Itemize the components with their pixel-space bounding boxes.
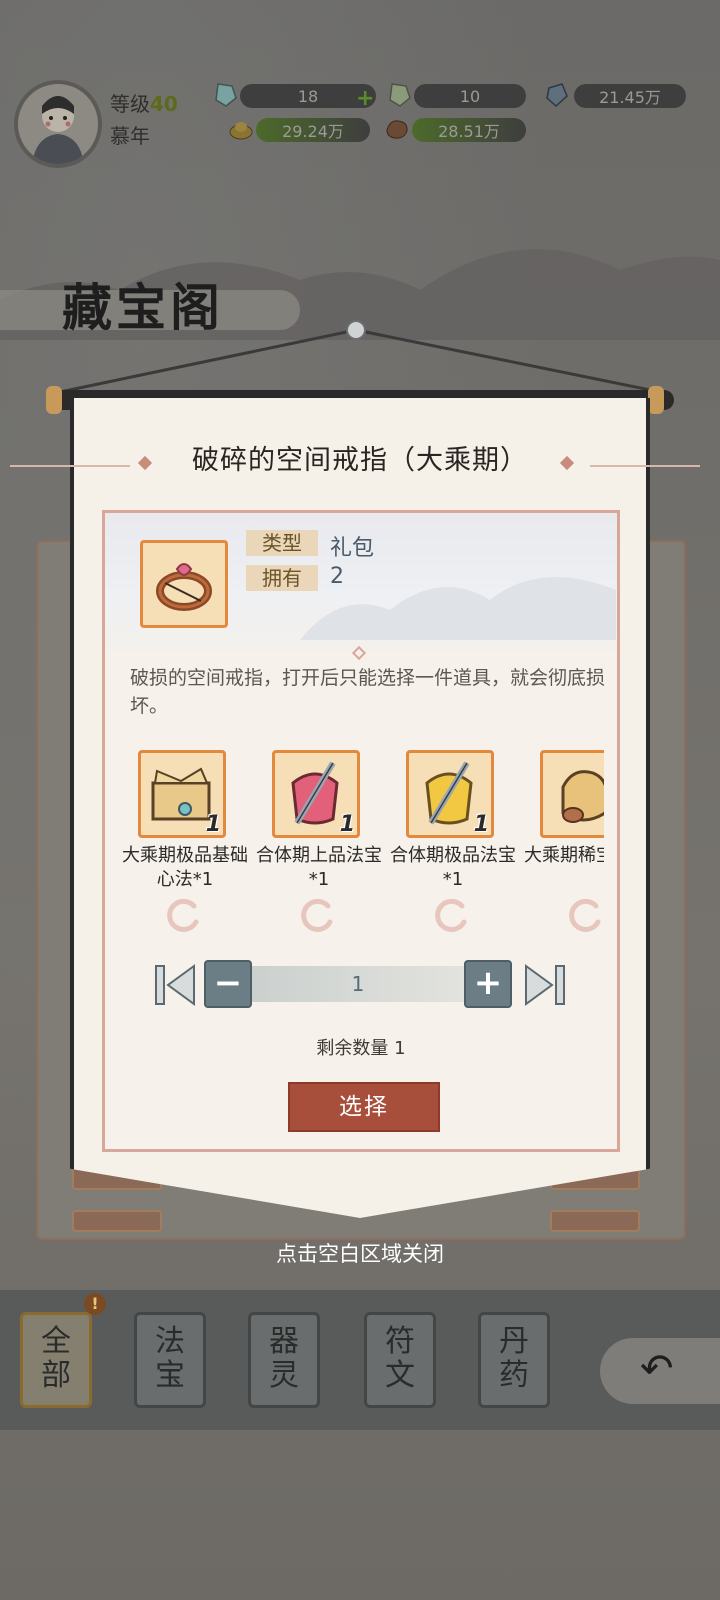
option-radio-icon[interactable] [298,896,338,934]
status-bar: 等级40 慕年 18 + 10 21.45万 29.24万 28.51万 [0,0,720,170]
option-count: 1 [205,812,221,837]
option-icon-frame [540,750,604,838]
resource-ore: 28.51万 [412,118,526,142]
increase-button[interactable]: + [464,960,512,1008]
add-crystal-icon[interactable]: + [356,86,374,111]
tab-pill[interactable]: 丹药 [478,1312,550,1408]
player-name: 慕年 [110,124,150,148]
back-arrow-icon: ↶ [640,1346,674,1392]
player-avatar[interactable] [14,80,102,168]
close-hint[interactable]: 点击空白区域关闭 [0,1238,720,1268]
option-name: 大乘期稀宝材料 [524,845,604,866]
item-description: 破损的空间戒指，打开后只能选择一件道具，就会彻底损坏。 [130,667,606,717]
reward-option[interactable]: 1 大乘期极品基础心法*1 [118,744,252,934]
level-label: 等级 [110,92,150,116]
resource-rainbow-crystal: 10 [414,84,526,108]
option-count: 1 [339,812,355,837]
rod-end-left [46,386,62,414]
gold-ingot-icon [229,122,253,140]
hanger-knob [346,320,366,340]
tab-artifact-spirit[interactable]: 器灵 [248,1312,320,1408]
tab-all[interactable]: 全部 [20,1312,92,1408]
player-level: 等级40 [110,88,178,117]
option-icon-frame: 1 [272,750,360,838]
decrease-button[interactable]: − [204,960,252,1008]
select-button[interactable]: 选择 [288,1082,440,1132]
tab-magic-treasure[interactable]: 法宝 [134,1312,206,1408]
board-slot [550,1210,640,1232]
ring-icon [156,563,212,611]
reward-option[interactable]: 1 合体期极品法宝*1 [386,744,520,934]
option-radio-icon[interactable] [164,896,204,934]
resource-gold: 29.24万 [256,118,370,142]
level-value: 40 [150,92,178,116]
owned-value: 2 [330,564,344,589]
option-name: 合体期上品法宝*1 [256,845,382,890]
blue-crystal-icon [215,83,237,107]
spirit-stone-icon [546,83,568,108]
option-icon-frame: 1 [406,750,494,838]
remaining-count: 剩余数量 1 [316,1038,406,1059]
board-slot [72,1210,162,1232]
material-sack-icon [561,770,604,823]
popup-title: 破碎的空间戒指（大乘期） [192,445,528,476]
notice-badge: ! [84,1293,106,1315]
rod-end-right [648,386,664,414]
max-quantity-button[interactable] [522,960,568,1010]
resource-spirit-stone: 21.45万 [574,84,686,108]
reward-option[interactable]: 1 合体期上品法宝*1 [252,744,386,934]
option-count: 1 [473,812,489,837]
rainbow-crystal-icon [389,83,411,107]
option-radio-icon[interactable] [566,896,604,934]
reward-option[interactable]: 大乘期稀宝材料 [520,744,604,934]
type-label: 类型 [246,530,318,556]
option-name: 合体期极品法宝*1 [390,845,516,890]
type-value: 礼包 [330,536,375,561]
option-name: 大乘期极品基础心法*1 [122,845,248,890]
item-icon-frame [140,540,228,628]
option-icon-frame: 1 [138,750,226,838]
option-radio-icon[interactable] [432,896,472,934]
owned-label: 拥有 [246,565,318,591]
min-quantity-button[interactable] [152,960,198,1010]
tab-rune[interactable]: 符文 [364,1312,436,1408]
reward-options: 1 大乘期极品基础心法*1 1 合体期上品法宝*1 1 合体期极品法宝*1 大乘… [118,744,604,934]
quantity-value[interactable]: 1 [252,966,464,1002]
ore-icon [386,120,408,139]
